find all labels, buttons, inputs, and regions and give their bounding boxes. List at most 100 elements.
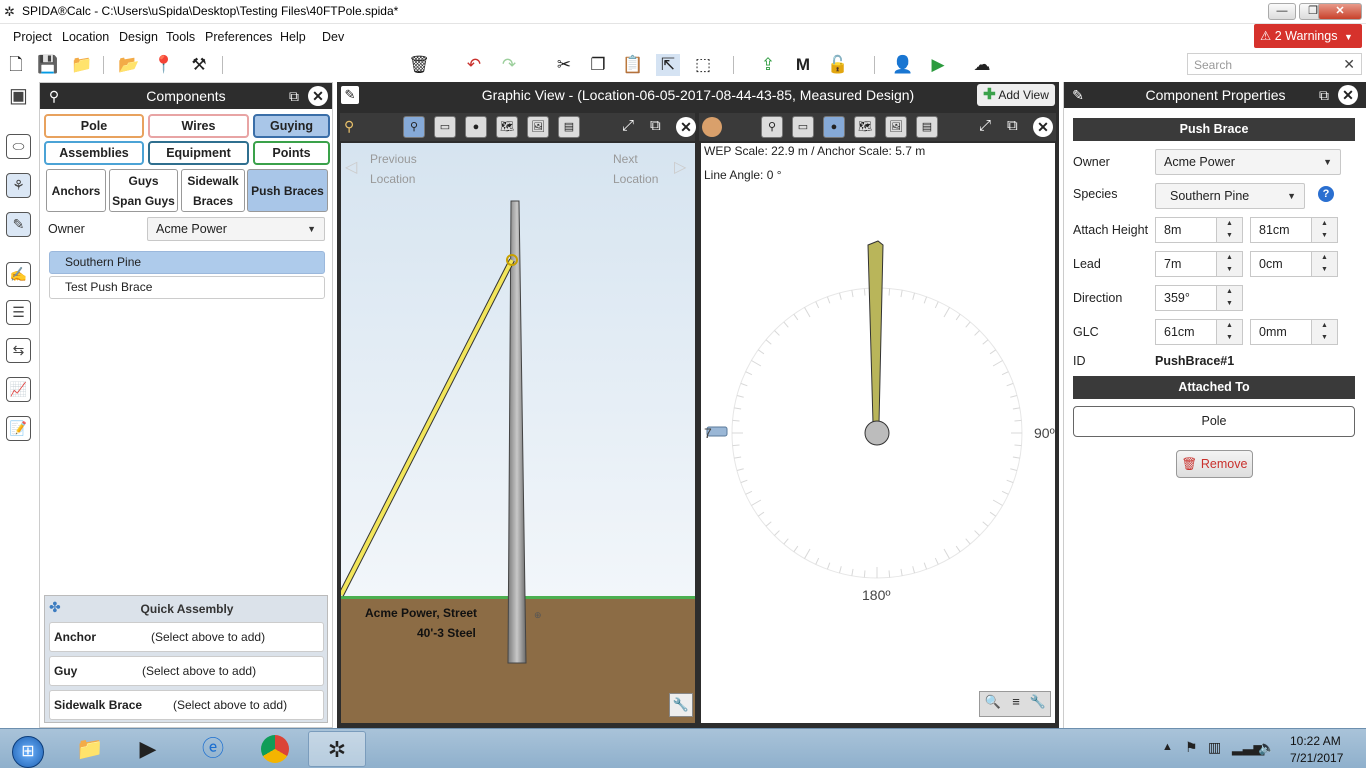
edit-icon[interactable]: ✎ <box>6 212 31 237</box>
pole-icon[interactable]: ⚲ <box>403 116 425 138</box>
close-window-button[interactable]: ✕ <box>1318 3 1362 20</box>
chevron-left-icon[interactable]: ◁ <box>345 157 357 177</box>
pole-view-icon[interactable]: ⚘ <box>6 173 31 198</box>
owner-select[interactable]: Acme Power ▼ <box>147 217 325 241</box>
chart-icon[interactable]: 📈 <box>6 377 31 402</box>
layer-icon[interactable]: ▭ <box>792 116 814 138</box>
minimize-button[interactable]: — <box>1268 3 1296 20</box>
m-icon[interactable]: M <box>791 54 815 76</box>
wrench-icon[interactable]: 🔧 <box>669 693 693 717</box>
wrench-icon[interactable]: 🔧 <box>1028 694 1048 714</box>
list-icon[interactable]: ☰ <box>6 300 31 325</box>
report-icon[interactable]: 📝 <box>6 416 31 441</box>
category-wires[interactable]: Wires <box>148 114 249 138</box>
menu-project[interactable]: Project <box>13 30 52 44</box>
new-file-icon[interactable]: 🗋 <box>4 54 28 76</box>
open-folder-icon[interactable]: 📁 <box>70 54 94 76</box>
category-guying[interactable]: Guying <box>253 114 330 138</box>
location-pin-icon[interactable]: 📍 <box>152 54 176 76</box>
popout-icon[interactable]: ⧉ <box>1314 85 1334 105</box>
notes-icon[interactable]: ✍ <box>6 262 31 287</box>
lead-m-input[interactable]: 7m ▲ ▼ <box>1155 251 1243 277</box>
list-item[interactable]: Southern Pine <box>49 251 325 274</box>
device-icon[interactable]: ▥ <box>1208 739 1221 756</box>
attach-height-cm-input[interactable]: 81cm ▲ ▼ <box>1250 217 1338 243</box>
category-pole[interactable]: Pole <box>44 114 144 138</box>
chrome-icon[interactable] <box>249 731 301 767</box>
image-icon[interactable]: 🖼 <box>885 116 907 138</box>
copy-icon[interactable]: ❐ <box>586 54 610 76</box>
menu-design[interactable]: Design <box>119 30 158 44</box>
owner-select[interactable]: Acme Power ▼ <box>1155 149 1341 175</box>
list-item[interactable]: Test Push Brace <box>49 276 325 299</box>
chevron-right-icon[interactable]: ▷ <box>674 157 686 177</box>
dashboard-icon[interactable]: ▣ <box>6 85 31 110</box>
close-view-icon[interactable]: ✕ <box>1033 117 1053 137</box>
search-input[interactable]: Search ✕ <box>1187 53 1362 75</box>
qa-row-sidewalk-brace[interactable]: Sidewalk Brace (Select above to add) <box>49 690 324 720</box>
map-icon[interactable]: 🗺 <box>496 116 518 138</box>
warnings-button[interactable]: ⚠ 2 Warnings ▼ <box>1254 24 1362 48</box>
category-equipment[interactable]: Equipment <box>148 141 249 165</box>
help-icon[interactable]: ? <box>1318 186 1334 202</box>
spidacalc-task-icon[interactable]: ✲ <box>308 731 366 767</box>
top-view-canvas[interactable]: WEP Scale: 22.9 m / Anchor Scale: 5.7 m … <box>701 143 1055 723</box>
stepper-icon[interactable]: ▲ ▼ <box>1311 320 1337 344</box>
start-button[interactable]: ⊞ <box>2 731 54 768</box>
stepper-icon[interactable]: ▲ ▼ <box>1216 218 1242 242</box>
flag-icon[interactable]: ⚑ <box>1185 739 1198 756</box>
run-analysis-icon[interactable]: ▶ <box>926 54 950 76</box>
menu-location[interactable]: Location <box>62 30 109 44</box>
menu-dev[interactable]: Dev <box>322 30 344 44</box>
map-icon[interactable]: 🗺 <box>854 116 876 138</box>
file-explorer-icon[interactable]: 📁 <box>64 731 116 767</box>
clock-time[interactable]: 10:22 AM <box>1290 734 1341 748</box>
resize-tool-icon[interactable]: ⬚ <box>691 54 715 76</box>
paste-icon[interactable]: 📋 <box>621 54 645 76</box>
unlock-icon[interactable]: 🔓 <box>826 54 850 76</box>
qa-row-anchor[interactable]: Anchor (Select above to add) <box>49 622 324 652</box>
attach-height-m-input[interactable]: 8m ▲ ▼ <box>1155 217 1243 243</box>
tab-sidewalk-braces[interactable]: Sidewalk Braces <box>181 169 245 212</box>
category-points[interactable]: Points <box>253 141 330 165</box>
compare-icon[interactable]: ⇆ <box>6 338 31 363</box>
direction-input[interactable]: 359° ▲ ▼ <box>1155 285 1243 311</box>
tab-anchors[interactable]: Anchors <box>46 169 106 212</box>
stepper-icon[interactable]: ▲ ▼ <box>1311 218 1337 242</box>
top-view-icon[interactable]: ● <box>823 116 845 138</box>
pole-icon[interactable]: ⚲ <box>761 116 783 138</box>
upload-icon[interactable]: ⇪ <box>756 54 780 76</box>
layer-icon[interactable]: ▭ <box>434 116 456 138</box>
select-tool-icon[interactable]: ⇱ <box>656 54 680 76</box>
volume-icon[interactable]: 🔈 <box>1258 739 1275 756</box>
remove-button[interactable]: 🗑 Remove <box>1176 450 1253 478</box>
undo-icon[interactable]: ↶ <box>462 54 486 76</box>
maximize-icon[interactable]: ⤢ <box>979 117 991 134</box>
attached-pole-button[interactable]: Pole <box>1073 406 1355 437</box>
add-view-button[interactable]: ✚ Add View <box>977 84 1055 106</box>
menu-preferences[interactable]: Preferences <box>205 30 272 44</box>
qa-row-guy[interactable]: Guy (Select above to add) <box>49 656 324 686</box>
pole-elevation-view[interactable]: ⊕ Previous Location ◁ Next Location ▷ Ac… <box>341 143 695 723</box>
zoom-icon[interactable]: 🔍 <box>983 694 1003 714</box>
delete-icon[interactable]: 🗑 <box>407 54 431 76</box>
media-player-icon[interactable]: ▶ <box>122 731 174 767</box>
stepper-icon[interactable]: ▲ ▼ <box>1311 252 1337 276</box>
show-hidden-icons[interactable]: ▲ <box>1162 741 1173 753</box>
menu-help[interactable]: Help <box>280 30 306 44</box>
close-panel-icon[interactable]: ✕ <box>308 86 328 106</box>
stepper-icon[interactable]: ▲ ▼ <box>1216 286 1242 310</box>
redo-icon[interactable]: ↷ <box>497 54 521 76</box>
clock-date[interactable]: 7/21/2017 <box>1290 751 1343 765</box>
lead-cm-input[interactable]: 0cm ▲ ▼ <box>1250 251 1338 277</box>
location-view-icon[interactable]: ⬭ <box>6 134 31 159</box>
save-icon[interactable]: 💾 <box>36 54 60 76</box>
popout-icon[interactable]: ⧉ <box>284 86 304 106</box>
species-select[interactable]: Southern Pine ▼ <box>1155 183 1305 209</box>
glc-cm-input[interactable]: 61cm ▲ ▼ <box>1155 319 1243 345</box>
image-icon[interactable]: 🖼 <box>527 116 549 138</box>
filter-icon[interactable]: ≡ <box>1006 694 1026 714</box>
tab-guys[interactable]: Guys Span Guys <box>109 169 178 212</box>
tab-push-braces[interactable]: Push Braces <box>247 169 328 212</box>
close-panel-icon[interactable]: ✕ <box>1338 85 1358 105</box>
